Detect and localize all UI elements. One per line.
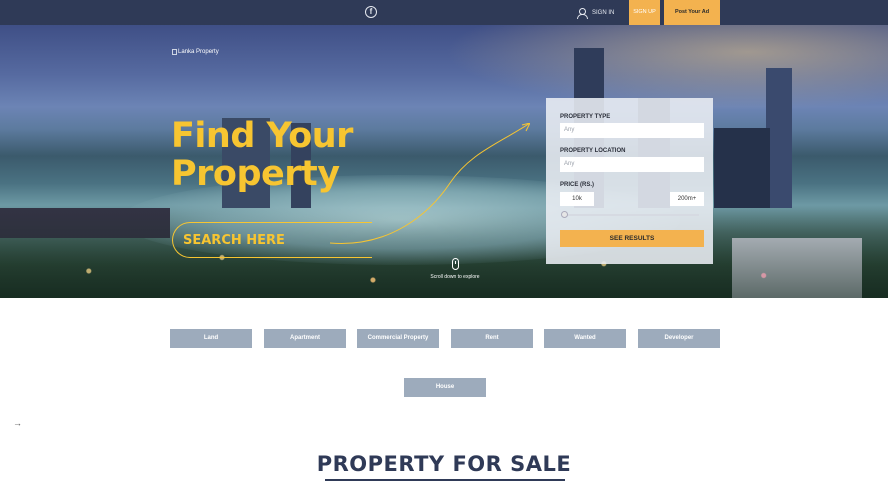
search-panel: PROPERTY TYPE Any PROPERTY LOCATION Any … [546, 98, 713, 264]
scroll-hint-label: Scroll down to explore [430, 274, 480, 280]
facebook-icon[interactable]: f [365, 6, 377, 18]
scroll-hint[interactable]: Scroll down to explore [410, 258, 500, 280]
property-type-label: PROPERTY TYPE [560, 114, 611, 120]
category-land-button[interactable]: Land [170, 329, 252, 348]
category-wanted-button[interactable]: Wanted [544, 329, 626, 348]
building [714, 128, 770, 208]
post-ad-button[interactable]: Post Your Ad [664, 0, 720, 25]
site-logo[interactable]: Lanka Property [172, 49, 219, 55]
category-house-button[interactable]: House [404, 378, 486, 397]
user-icon [577, 8, 588, 19]
property-type-select[interactable]: Any [560, 123, 704, 138]
section-title-underline [325, 479, 565, 481]
logo-alt-text: Lanka Property [178, 49, 219, 55]
price-label: PRICE (RS.) [560, 182, 595, 188]
see-results-button[interactable]: SEE RESULTS [560, 230, 704, 247]
category-commercial-button[interactable]: Commercial Property [357, 329, 439, 348]
price-slider-track[interactable] [564, 214, 699, 216]
hero-banner: Lanka Property Find Your Property SEARCH… [0, 25, 888, 298]
section-title: PROPERTY FOR SALE [316, 452, 572, 476]
property-location-input[interactable]: Any [560, 157, 704, 172]
mouse-icon [451, 258, 459, 270]
category-apartment-button[interactable]: Apartment [264, 329, 346, 348]
sign-in-link[interactable]: SIGN IN [577, 7, 614, 19]
search-here-label[interactable]: SEARCH HERE [183, 233, 285, 248]
top-bar: f SIGN IN SIGN UP Post Your Ad [0, 0, 888, 25]
broken-image-icon [172, 49, 177, 55]
category-developer-button[interactable]: Developer [638, 329, 720, 348]
arrow-right-icon[interactable]: → [13, 418, 22, 428]
price-slider-handle[interactable] [561, 211, 568, 218]
property-location-label: PROPERTY LOCATION [560, 148, 626, 154]
category-rent-button[interactable]: Rent [451, 329, 533, 348]
sign-in-label: SIGN IN [592, 10, 615, 16]
sign-up-button[interactable]: SIGN UP [629, 0, 660, 25]
price-max-field[interactable]: 200m+ [670, 192, 704, 206]
price-min-field[interactable]: 10k [560, 192, 594, 206]
